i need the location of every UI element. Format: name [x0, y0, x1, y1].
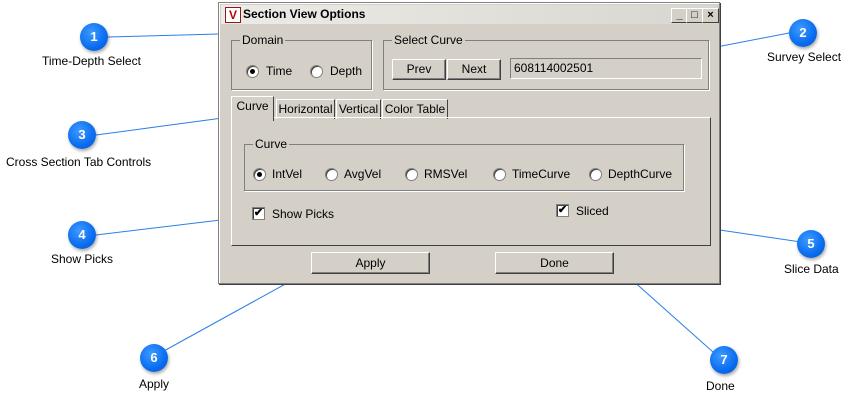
callout-6-label: Apply — [139, 377, 170, 391]
callout-7-badge: 7 — [710, 346, 738, 374]
domain-group: Domain Time Depth — [231, 33, 372, 90]
curve-type-group-title: Curve — [253, 137, 290, 151]
callout-6-badge: 6 — [140, 344, 168, 372]
callout-3-label: Cross Section Tab Controls — [6, 155, 152, 169]
callout-3-badge: 3 — [68, 121, 96, 149]
tab-horizontal[interactable]: Horizontal — [276, 99, 335, 119]
select-curve-group-title: Select Curve — [392, 33, 465, 47]
select-curve-group: Select Curve Prev Next 608114002501 — [383, 33, 709, 90]
timecurve-radio[interactable] — [493, 168, 506, 181]
callout-4-label: Show Picks — [51, 252, 114, 266]
domain-group-title: Domain — [240, 33, 286, 47]
callout-2-badge: 2 — [789, 19, 817, 47]
curve-id-field[interactable]: 608114002501 — [510, 58, 702, 79]
section-view-options-dialog: V Section View Options _ □ × Domain Time… — [218, 2, 720, 284]
callout-4-badge: 4 — [68, 221, 96, 249]
domain-time-label: Time — [266, 64, 293, 78]
intvel-radio[interactable] — [253, 168, 266, 181]
done-button[interactable]: Done — [495, 252, 614, 274]
sliced-checkbox[interactable]: ✔ — [556, 204, 569, 217]
callout-1-badge: 1 — [80, 23, 108, 51]
tab-color-table[interactable]: Color Table — [382, 99, 448, 119]
domain-depth-label: Depth — [330, 64, 363, 78]
callout-5-badge: 5 — [797, 230, 825, 258]
title-bar[interactable]: V Section View Options _ □ × — [221, 5, 719, 24]
curve-type-group: Curve IntVel AvgVel RMSVel TimeCurve Dep… — [244, 137, 684, 191]
prev-button[interactable]: Prev — [392, 59, 446, 80]
intvel-label: IntVel — [272, 167, 303, 181]
rmsvel-label: RMSVel — [424, 167, 468, 181]
rmsvel-radio[interactable] — [405, 168, 418, 181]
show-picks-checkbox[interactable]: ✔ — [252, 207, 265, 220]
callout-2-label: Survey Select — [767, 50, 842, 64]
callout-1-label: Time-Depth Select — [42, 54, 141, 68]
timecurve-label: TimeCurve — [512, 167, 571, 181]
tab-vertical[interactable]: Vertical — [336, 99, 381, 119]
domain-depth-radio[interactable] — [310, 65, 323, 78]
avgvel-radio[interactable] — [325, 168, 338, 181]
window-title: Section View Options — [243, 7, 366, 21]
show-picks-label: Show Picks — [272, 207, 335, 221]
depthcurve-label: DepthCurve — [608, 167, 673, 181]
close-button[interactable]: × — [702, 8, 719, 23]
app-icon: V — [225, 7, 241, 23]
depthcurve-radio[interactable] — [589, 168, 602, 181]
domain-time-radio[interactable] — [246, 65, 259, 78]
curve-tab-panel: Curve IntVel AvgVel RMSVel TimeCurve Dep… — [231, 117, 711, 246]
callout-5-label: Slice Data — [784, 262, 839, 276]
tab-curve[interactable]: Curve — [231, 96, 274, 121]
callout-7-label: Done — [706, 379, 735, 393]
apply-button[interactable]: Apply — [311, 252, 430, 274]
next-button[interactable]: Next — [447, 59, 501, 80]
avgvel-label: AvgVel — [344, 167, 382, 181]
sliced-label: Sliced — [576, 204, 609, 218]
maximize-button[interactable]: □ — [686, 8, 703, 23]
